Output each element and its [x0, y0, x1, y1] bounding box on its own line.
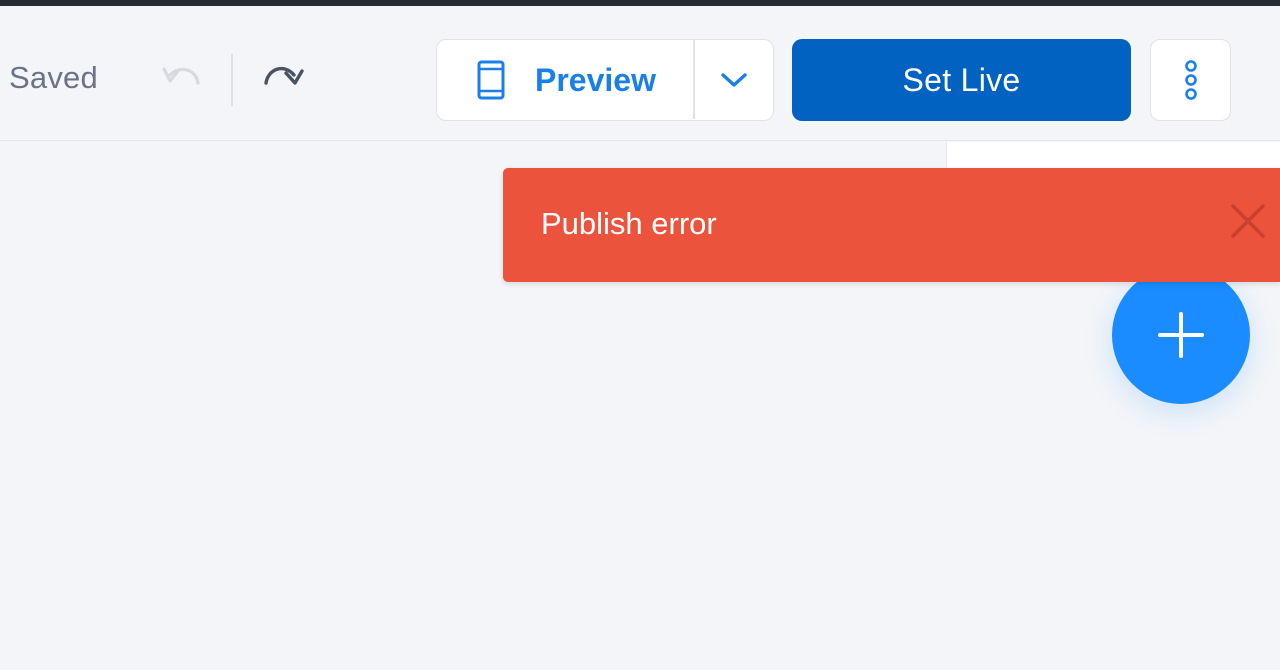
- error-toast: Publish error: [503, 168, 1280, 282]
- preview-button[interactable]: Preview: [437, 40, 693, 119]
- redo-icon: [264, 66, 304, 85]
- plus-icon: [1158, 312, 1204, 358]
- add-button[interactable]: [1112, 266, 1250, 404]
- preview-dropdown-button[interactable]: [695, 40, 773, 119]
- undo-icon: [162, 67, 200, 85]
- set-live-button[interactable]: Set Live: [792, 39, 1131, 121]
- preview-label: Preview: [535, 62, 656, 98]
- mobile-device-icon: [477, 60, 505, 100]
- editor-toolbar: Saved Preview Set Live: [0, 6, 1280, 141]
- more-options-button[interactable]: [1150, 39, 1231, 121]
- vertical-dots-icon: [1184, 60, 1197, 100]
- save-status-text: Saved: [9, 60, 98, 95]
- redo-button[interactable]: [256, 52, 312, 102]
- undo-button[interactable]: [154, 52, 210, 102]
- history-divider: [231, 54, 233, 106]
- chevron-down-icon: [721, 72, 747, 87]
- toast-close-button[interactable]: [1223, 196, 1273, 246]
- close-icon: [1231, 204, 1265, 238]
- set-live-label: Set Live: [902, 61, 1021, 98]
- toast-message: Publish error: [541, 206, 717, 241]
- preview-button-group: Preview: [436, 39, 774, 121]
